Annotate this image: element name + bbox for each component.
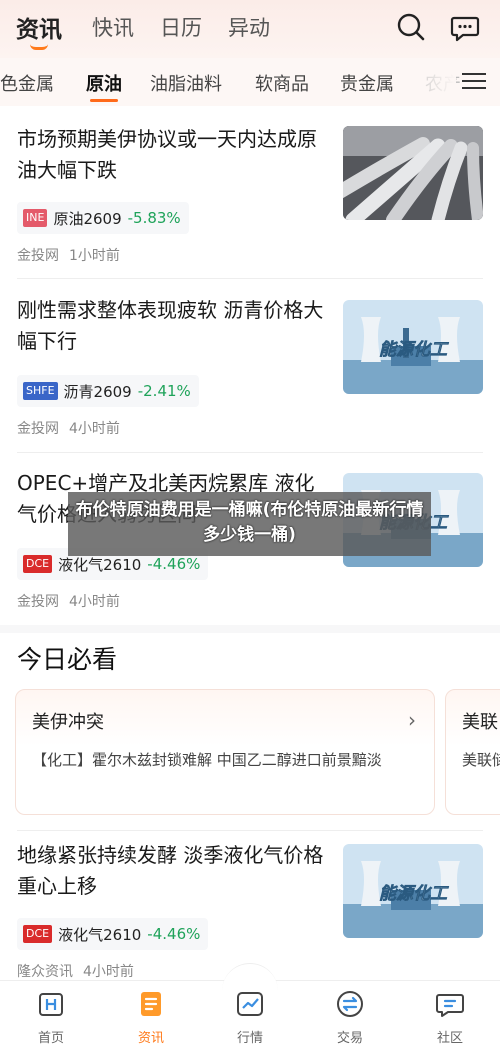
article-source: 隆众资讯	[17, 964, 73, 980]
article-thumbnail[interactable]: 能源化工	[343, 300, 483, 394]
community-icon	[436, 994, 464, 1017]
category-bar: 色金属 原油 油脂油料 软商品 贵金属 农产	[0, 58, 500, 106]
article-source: 金投网	[17, 248, 59, 264]
tab-news[interactable]: 资讯	[16, 10, 62, 44]
nav-trade[interactable]: 交易	[320, 989, 380, 1046]
category-precious-metals[interactable]: 贵金属	[340, 70, 394, 96]
price-change: -5.83%	[127, 209, 181, 227]
exchange-badge: DCE	[23, 555, 53, 573]
article-title[interactable]: 刚性需求整体表现疲软 沥青价格大幅下行	[17, 295, 329, 357]
image-caption: 能源化工	[379, 884, 449, 904]
article-meta: 金投网 4小时前	[17, 591, 120, 611]
news-icon	[141, 992, 161, 1016]
category-crude-oil[interactable]: 原油	[86, 70, 122, 96]
nav-label: 交易	[336, 1031, 363, 1046]
article-thumbnail[interactable]: 能源化工	[343, 844, 483, 938]
nav-community[interactable]: 社区	[420, 989, 480, 1046]
exchange-badge: INE	[23, 209, 48, 227]
energy-chemical-image: 能源化工	[343, 844, 483, 938]
search-icon[interactable]	[396, 12, 426, 42]
exchange-badge: SHFE	[23, 382, 58, 400]
pipelines-image	[343, 126, 483, 220]
contract-name: 原油2609	[53, 209, 122, 228]
section-title: 今日必看	[14, 640, 117, 678]
chevron-right-icon[interactable]: ›	[408, 708, 416, 732]
topic-card-body[interactable]: 【化工】霍尔木兹封锁难解 中国乙二醇进口前景黯淡	[32, 746, 432, 774]
bottom-nav: 首页 资讯 行情 交易 社区	[0, 963, 500, 1050]
nav-news[interactable]: 资讯	[121, 989, 181, 1046]
category-oilseeds[interactable]: 油脂油料	[150, 70, 222, 96]
image-caption: 能源化工	[379, 340, 449, 360]
article-time: 4小时前	[69, 421, 120, 437]
topic-card-body[interactable]: 美联储	[462, 746, 500, 774]
article-source: 金投网	[17, 421, 59, 437]
top-header: 资讯 快讯 日历 异动	[0, 0, 500, 58]
topic-card[interactable]: 美联 美联储	[445, 689, 500, 815]
tab-flash[interactable]: 快讯	[92, 12, 134, 42]
category-active-indicator	[90, 99, 118, 102]
quote-tag[interactable]: SHFE 沥青2609 -2.41%	[17, 375, 199, 407]
nav-label: 行情	[236, 1031, 263, 1046]
tab-active-indicator	[30, 44, 48, 50]
article-time: 4小时前	[69, 594, 120, 610]
chart-icon	[237, 992, 263, 1016]
contract-name: 沥青2609	[63, 382, 132, 401]
message-icon[interactable]	[450, 12, 480, 42]
price-change: -2.41%	[137, 382, 191, 400]
topic-card-title[interactable]: 美联	[462, 708, 498, 734]
nav-market[interactable]: 行情	[220, 989, 280, 1046]
topic-card-title[interactable]: 美伊冲突	[32, 708, 104, 734]
article-title[interactable]: 地缘紧张持续发酵 淡季液化气价格重心上移	[17, 840, 329, 902]
price-change: -4.46%	[147, 925, 201, 943]
nav-label: 资讯	[137, 1031, 164, 1046]
category-soft-commodities[interactable]: 软商品	[255, 70, 309, 96]
nav-home[interactable]: 首页	[21, 989, 81, 1046]
price-change: -4.46%	[147, 555, 201, 573]
menu-icon[interactable]	[460, 68, 488, 96]
quote-tag[interactable]: DCE 液化气2610 -4.46%	[17, 918, 209, 950]
article-meta: 金投网 1小时前	[17, 245, 120, 265]
exchange-badge: DCE	[23, 925, 53, 943]
article-time: 4小时前	[83, 964, 134, 980]
contract-name: 液化气2610	[58, 925, 142, 944]
article-thumbnail[interactable]	[343, 126, 483, 220]
article-source: 金投网	[17, 594, 59, 610]
article-time: 1小时前	[69, 248, 120, 264]
quote-tag[interactable]: INE 原油2609 -5.83%	[17, 202, 189, 234]
page-title-overlay: 布伦特原油费用是一桶嘛(布伦特原油最新行情多少钱一桶)	[68, 492, 431, 556]
article-meta: 金投网 4小时前	[17, 418, 120, 438]
nav-label: 首页	[37, 1031, 64, 1046]
energy-chemical-image: 能源化工	[343, 300, 483, 394]
tab-movers[interactable]: 异动	[228, 12, 270, 42]
home-icon	[39, 993, 63, 1016]
tab-calendar[interactable]: 日历	[160, 12, 202, 42]
contract-name: 液化气2610	[58, 555, 142, 574]
category-nonferrous[interactable]: 色金属	[0, 70, 54, 96]
article-meta: 隆众资讯 4小时前	[17, 961, 134, 981]
nav-label: 社区	[436, 1031, 463, 1046]
article-title[interactable]: 市场预期美伊协议或一天内达成原油大幅下跌	[17, 124, 329, 186]
trade-icon	[337, 991, 363, 1017]
topic-card[interactable]: 美伊冲突 › 【化工】霍尔木兹封锁难解 中国乙二醇进口前景黯淡	[15, 689, 435, 815]
